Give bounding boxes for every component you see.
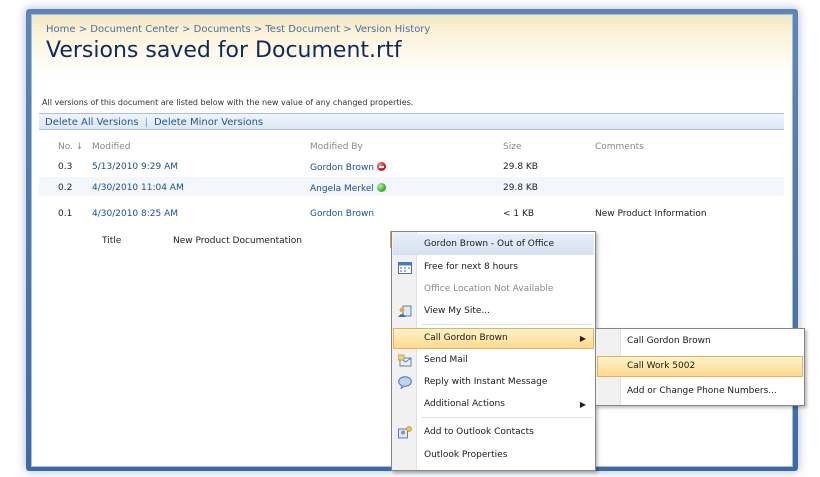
version-size: 29.8 KB [503, 183, 538, 193]
user-link[interactable]: Gordon Brown [310, 163, 374, 173]
column-header-comments[interactable]: Comments [595, 142, 644, 152]
free-for-label: Free for next 8 hours [424, 262, 518, 272]
version-number: 0.1 [58, 209, 73, 219]
modified-by-cell: Gordon Brown [310, 162, 387, 173]
presence-context-menu: Gordon Brown - Out of Office Free for ne… [391, 231, 596, 471]
chat-icon [398, 376, 412, 390]
status-header-label: Gordon Brown - Out of Office [424, 239, 555, 249]
version-modified-link[interactable]: 4/30/2010 11:04 AM [92, 183, 184, 193]
column-header-size[interactable]: Size [503, 142, 521, 152]
user-link[interactable]: Gordon Brown [310, 209, 374, 219]
breadcrumb[interactable]: Home > Document Center > Documents > Tes… [46, 24, 430, 35]
mysite-icon [398, 305, 412, 318]
available-presence-icon[interactable] [376, 183, 386, 192]
submenu-add-change-label: Add or Change Phone Numbers... [627, 386, 777, 396]
column-header-no[interactable]: No. ↓ [58, 142, 83, 152]
menu-item-additional-actions[interactable]: Additional Actions ▶ [393, 394, 594, 415]
version-size: < 1 KB [503, 209, 535, 219]
menu-item-view-my-site[interactable]: View My Site... [393, 301, 594, 322]
call-label: Call Gordon Brown [424, 333, 508, 343]
property-name: Title [102, 236, 122, 246]
call-submenu: Call Gordon Brown Call Work 5002 Add or … [595, 328, 805, 406]
submenu-item-call-work[interactable]: Call Work 5002 [597, 356, 803, 377]
busy-presence-icon[interactable] [377, 162, 387, 171]
add-outlook-label: Add to Outlook Contacts [424, 427, 534, 437]
additional-actions-label: Additional Actions [424, 399, 505, 409]
office-location-label: Office Location Not Available [424, 284, 554, 294]
user-link[interactable]: Angela Merkel [310, 184, 374, 194]
version-number: 0.3 [58, 162, 73, 172]
menu-item-reply-im[interactable]: Reply with Instant Message [393, 372, 594, 393]
submenu-call-label: Call Gordon Brown [627, 336, 711, 346]
menu-divider [422, 417, 593, 418]
menu-header-status: Gordon Brown - Out of Office [393, 234, 594, 255]
delete-minor-versions-link[interactable]: Delete Minor Versions [154, 117, 263, 128]
submenu-call-work-label: Call Work 5002 [627, 361, 696, 371]
reply-im-label: Reply with Instant Message [424, 377, 548, 387]
version-size: 29.8 KB [503, 162, 538, 172]
page-description: All versions of this document are listed… [42, 98, 414, 107]
mail-icon [397, 354, 412, 367]
menu-item-call[interactable]: Call Gordon Brown ▶ [393, 328, 594, 349]
version-comment: New Product Information [595, 209, 707, 219]
add-contact-icon [398, 426, 412, 439]
menu-divider [422, 324, 593, 325]
menu-item-send-mail[interactable]: Send Mail [393, 350, 594, 371]
send-mail-label: Send Mail [424, 355, 468, 365]
menu-item-outlook-properties[interactable]: Outlook Properties [393, 445, 594, 466]
view-my-site-label: View My Site... [424, 306, 491, 316]
page-title: Versions saved for Document.rtf [46, 38, 402, 63]
actions-separator: | [144, 117, 148, 128]
menu-item-add-outlook[interactable]: Add to Outlook Contacts [393, 422, 594, 443]
version-modified-link[interactable]: 4/30/2010 8:25 AM [92, 209, 178, 219]
menu-item-free-for: Free for next 8 hours [393, 257, 594, 278]
column-header-modified-by[interactable]: Modified By [310, 142, 363, 152]
submenu-item-add-change-numbers[interactable]: Add or Change Phone Numbers... [597, 381, 803, 402]
chevron-right-icon: ▶ [579, 334, 586, 343]
chevron-right-icon: ▶ [579, 400, 586, 409]
menu-item-office-location: Office Location Not Available [393, 279, 594, 300]
version-number: 0.2 [58, 183, 73, 193]
version-modified-link[interactable]: 5/13/2010 9:29 AM [92, 162, 178, 172]
property-value: New Product Documentation [173, 236, 302, 246]
outlook-properties-label: Outlook Properties [424, 450, 508, 460]
delete-all-versions-link[interactable]: Delete All Versions [45, 117, 139, 128]
submenu-item-call[interactable]: Call Gordon Brown [597, 331, 803, 352]
column-header-modified[interactable]: Modified [92, 142, 130, 152]
calendar-icon [398, 261, 412, 274]
version-actions-bar: Delete All Versions | Delete Minor Version… [39, 113, 784, 130]
modified-by-cell: Gordon Brown [310, 209, 374, 219]
modified-by-cell: Angela Merkel [310, 183, 386, 194]
